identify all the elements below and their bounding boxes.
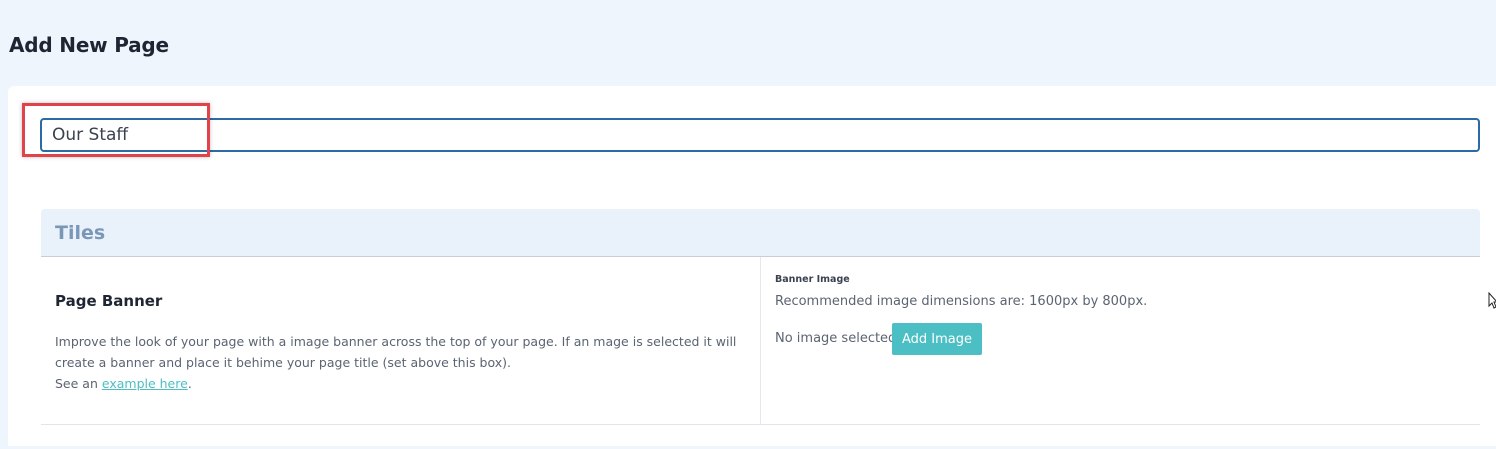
page-banner-heading: Page Banner bbox=[55, 292, 163, 310]
banner-dimensions-hint: Recommended image dimensions are: 1600px… bbox=[775, 294, 1148, 309]
page-title: Add New Page bbox=[9, 33, 169, 57]
description-line-2: create a banner and place it behime your… bbox=[55, 355, 511, 370]
example-here-link[interactable]: example here bbox=[102, 376, 188, 391]
see-suffix: . bbox=[187, 376, 192, 391]
mouse-pointer-icon bbox=[1488, 292, 1496, 309]
tiles-panel: Tiles Page Banner Improve the look of yo… bbox=[41, 209, 1480, 449]
tiles-header: Tiles bbox=[41, 209, 1480, 257]
see-prefix: See an bbox=[55, 376, 102, 391]
page-title-input[interactable] bbox=[40, 118, 1480, 152]
no-image-selected-text: No image selected bbox=[775, 331, 897, 346]
page-banner-description: Improve the look of your page with a ima… bbox=[55, 331, 755, 394]
banner-image-field: Banner Image Recommended image dimension… bbox=[775, 257, 1475, 424]
page-form-card: Tiles Page Banner Improve the look of yo… bbox=[8, 86, 1496, 446]
description-line-1: Improve the look of your page with a ima… bbox=[55, 334, 737, 349]
page-banner-tile: Page Banner Improve the look of your pag… bbox=[41, 257, 1480, 425]
tiles-title: Tiles bbox=[55, 221, 106, 244]
add-image-button[interactable]: Add Image bbox=[892, 323, 982, 355]
banner-image-label: Banner Image bbox=[775, 274, 850, 285]
page-banner-info: Page Banner Improve the look of your pag… bbox=[41, 257, 761, 424]
